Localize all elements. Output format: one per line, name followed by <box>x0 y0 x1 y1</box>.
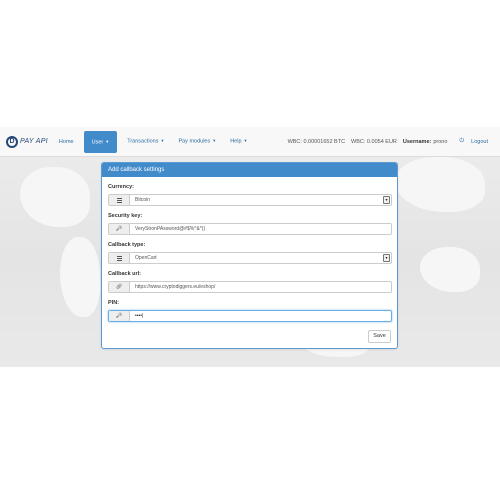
security-key-label: Security key: <box>108 213 143 219</box>
caret-down-icon: ▼ <box>160 138 165 144</box>
nav-user-dropdown[interactable]: User ▼ <box>83 130 118 153</box>
nav-pay-modules-label: Pay modules <box>178 138 211 145</box>
pin-label: PIN: <box>108 300 119 306</box>
save-button[interactable]: Save <box>368 330 391 343</box>
list-icon <box>109 195 130 205</box>
chevron-down-icon[interactable]: ▼ <box>383 254 390 262</box>
currency-label: Currency: <box>108 184 134 190</box>
brand[interactable]: D PAY API <box>6 135 48 148</box>
nav-help-label: Help <box>230 138 242 145</box>
callback-type-label: Callback type: <box>108 242 146 248</box>
balance-btc: WBC: 0.00001652 BTC <box>287 138 346 145</box>
key-icon: 🔑︎ <box>109 224 130 234</box>
brand-logo-icon: D <box>6 135 18 148</box>
power-icon: ⏻ <box>459 138 465 144</box>
username-label: Username: <box>402 138 432 145</box>
callback-type-value: OpenCart <box>135 255 157 261</box>
caret-down-icon: ▼ <box>243 138 248 144</box>
username-value: prono <box>433 138 448 145</box>
callback-settings-panel: Add callback settings Currency: Bitcoin … <box>101 162 398 349</box>
security-key-value: VeryStronPAssword@#$%^&*() <box>135 226 206 232</box>
security-key-field[interactable]: 🔑︎ VeryStronPAssword@#$%^&*() <box>108 223 392 235</box>
pin-field[interactable]: 🔑︎ ••••| <box>108 310 392 322</box>
balance-eur: WBC: 0.0054 EUR <box>351 138 397 145</box>
brand-name: PAY API <box>20 138 48 145</box>
nav-help-dropdown[interactable]: Help ▼ <box>223 127 254 157</box>
currency-select[interactable]: Bitcoin ▼ <box>108 194 392 206</box>
callback-url-label: Callback url: <box>108 271 142 277</box>
chevron-down-icon[interactable]: ▼ <box>383 196 390 204</box>
panel-title: Add callback settings <box>102 163 397 177</box>
logout-label: Logout <box>471 138 488 145</box>
currency-value: Bitcoin <box>135 197 151 203</box>
list-icon <box>109 253 130 263</box>
nav-transactions-dropdown[interactable]: Transactions ▼ <box>120 127 171 157</box>
pin-value: ••••| <box>135 313 144 319</box>
key-icon: 🔑︎ <box>109 311 130 321</box>
top-navbar: D PAY API Home User ▼ Transactions ▼ Pay m… <box>0 127 500 157</box>
nav-home[interactable]: Home <box>52 127 81 157</box>
caret-down-icon: ▼ <box>105 138 110 144</box>
account-status: WBC: 0.00001652 BTC WBC: 0.0054 EUR User… <box>282 138 500 145</box>
callback-type-select[interactable]: OpenCart ▼ <box>108 252 392 264</box>
nav-user-label: User <box>91 138 104 145</box>
nav-transactions-label: Transactions <box>127 138 159 145</box>
link-icon: 🔗︎ <box>109 282 130 292</box>
caret-down-icon: ▼ <box>212 138 217 144</box>
page-background: D PAY API Home User ▼ Transactions ▼ Pay m… <box>0 127 500 367</box>
logout-link[interactable]: ⏻ Logout <box>453 138 488 145</box>
callback-url-field[interactable]: 🔗︎ https://www.cryptodiggers.eu/eshop/ <box>108 281 392 293</box>
callback-url-value: https://www.cryptodiggers.eu/eshop/ <box>135 284 216 290</box>
nav-pay-modules-dropdown[interactable]: Pay modules ▼ <box>171 127 223 157</box>
